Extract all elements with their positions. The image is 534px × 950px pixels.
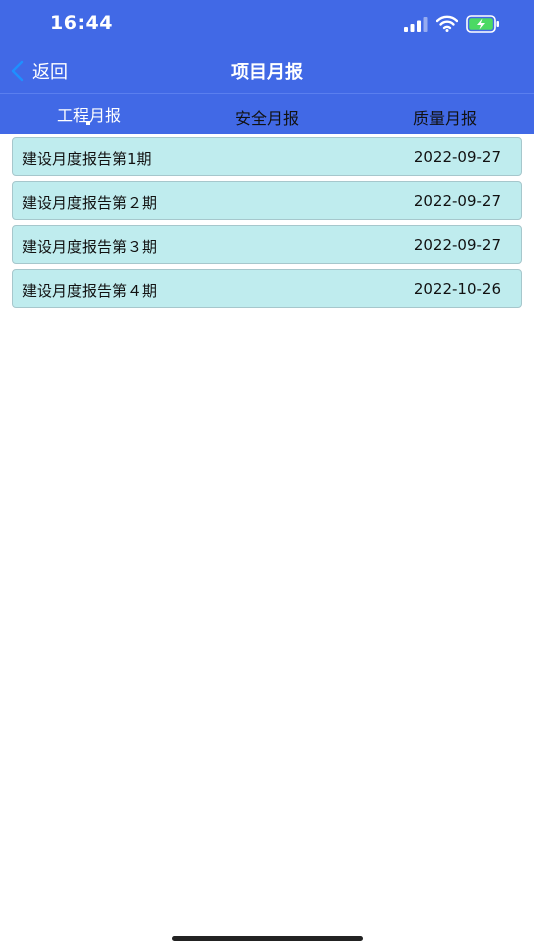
list-item[interactable]: 建设月度报告第４期 2022-10-26	[12, 269, 522, 308]
status-bar: 16:44	[0, 0, 534, 48]
tab-bar: 工程月报 安全月报 质量月报	[0, 94, 534, 134]
list-item[interactable]: 建设月度报告第２期 2022-09-27	[12, 181, 522, 220]
report-name: 建设月度报告第1期	[22, 150, 152, 168]
report-name: 建设月度报告第４期	[22, 282, 158, 300]
nav-bar: 返回 项目月报	[0, 48, 534, 94]
report-date: 2022-09-27	[413, 236, 501, 254]
page-title: 项目月报	[231, 62, 303, 83]
list-item[interactable]: 建设月度报告第３期 2022-09-27	[12, 225, 522, 264]
tab-label: 质量月报	[412, 109, 477, 128]
tab-safety-report[interactable]: 安全月报	[178, 94, 356, 134]
battery-charging-icon	[466, 15, 499, 33]
report-date: 2022-09-27	[413, 192, 501, 210]
header: 16:44 返回 项目月报 工程月报 安全月报 质量月报	[0, 0, 534, 134]
report-name: 建设月度报告第２期	[22, 194, 158, 212]
tab-engineering-report[interactable]: 工程月报	[0, 94, 178, 134]
cellular-signal-icon	[404, 17, 428, 32]
tab-label: 安全月报	[234, 109, 299, 128]
tab-quality-report[interactable]: 质量月报	[356, 94, 534, 134]
report-list: 建设月度报告第1期 2022-09-27 建设月度报告第２期 2022-09-2…	[12, 137, 522, 313]
status-time: 16:44	[50, 12, 113, 34]
wifi-icon	[436, 15, 458, 32]
report-date: 2022-09-27	[413, 148, 501, 166]
active-tab-indicator	[86, 121, 90, 125]
report-name: 建设月度报告第３期	[22, 238, 158, 256]
list-item[interactable]: 建设月度报告第1期 2022-09-27	[12, 137, 522, 176]
report-date: 2022-10-26	[413, 280, 501, 298]
home-indicator[interactable]	[172, 936, 363, 941]
